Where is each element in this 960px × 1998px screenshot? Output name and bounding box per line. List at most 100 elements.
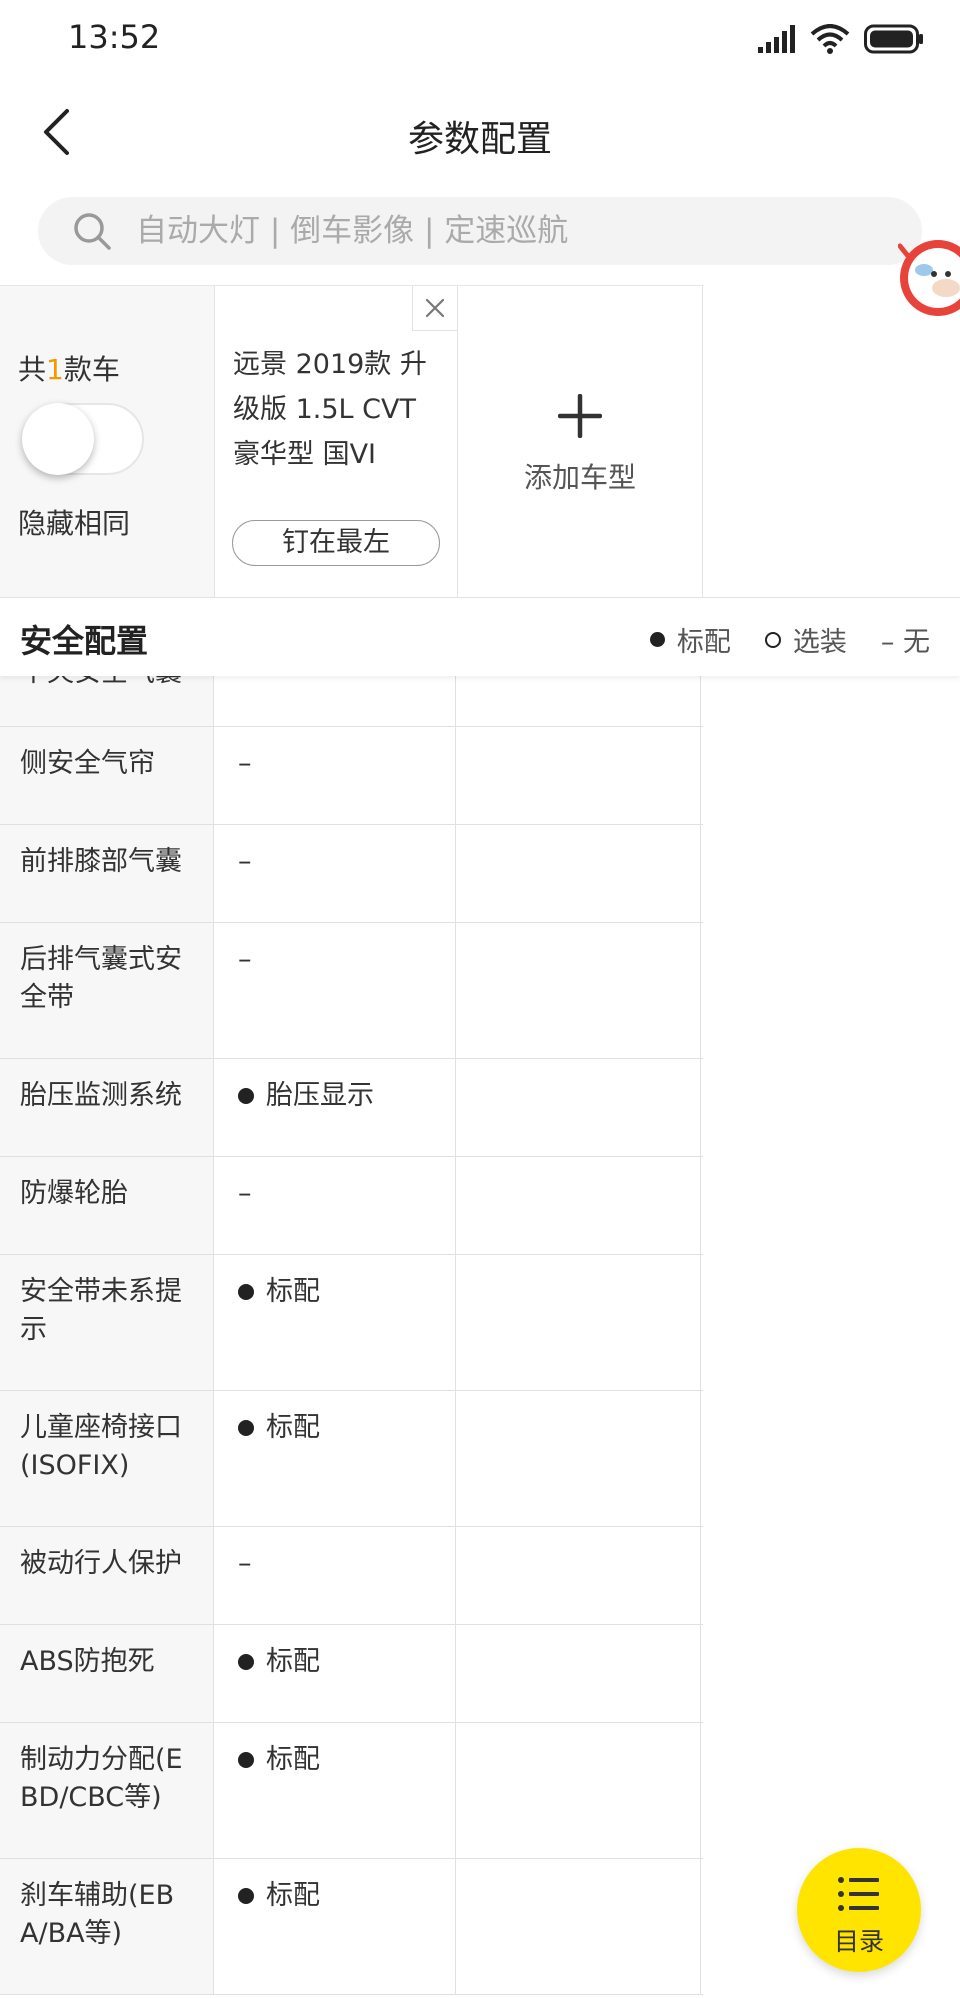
row-label: 刹车辅助(EBA/BA等) [0,1859,214,1994]
legend-none-label: – 无 [880,627,930,658]
row-label: 安全带未系提示 [0,1255,214,1390]
row-label: 制动力分配(EBD/CBC等) [0,1723,214,1858]
status-bar: 13:52 [0,0,960,80]
compare-controls: 共1款车 隐藏相同 [0,286,215,598]
table-row: 安全带未系提示 标配 [0,1255,703,1391]
search-bar[interactable] [38,197,922,265]
add-car-label: 添加车型 [523,461,636,494]
list-icon [838,1877,879,1911]
nav-bar: 参数配置 [0,80,960,190]
car-name: 远景 2019款 升级版 1.5L CVT 豪华型 国VI [233,349,427,470]
row-value-text: – [238,748,252,779]
table-row: 侧安全气帘 – [0,727,703,825]
legend-standard: 标配 [649,620,731,659]
standard-dot-icon [238,1284,254,1300]
hollow-dot-icon [764,631,781,648]
row-value-text: – [238,846,252,877]
standard-dot-icon [238,1088,254,1104]
row-label: 前排膝部气囊 [0,825,214,922]
row-value-text: 标配 [266,1276,320,1307]
empty-cell [456,923,701,1058]
empty-cell [456,1391,701,1526]
row-value: – [214,923,456,1058]
toc-label: 目录 [833,1927,884,1956]
row-value-text: 胎压显示 [266,1080,374,1111]
mascot-icon[interactable] [898,228,960,338]
empty-cell [456,1625,701,1722]
empty-cell [456,727,701,824]
page-title: 参数配置 [407,119,552,160]
table-row: ABS防抱死 标配 [0,1625,703,1723]
table-row: 胎压监测系统 胎压显示 [0,1059,703,1157]
table-row: 制动力分配(EBD/CBC等) 标配 [0,1723,703,1859]
plus-icon [558,394,602,438]
row-value-text: 标配 [266,1646,320,1677]
row-value-text: – [238,1178,252,1209]
table-row: 刹车辅助(EBA/BA等) 标配 [0,1859,703,1995]
row-value: 胎压显示 [214,1059,456,1156]
row-value: 标配 [214,1625,456,1722]
compare-header: 共1款车 隐藏相同 远景 2019款 升级版 1.5L CVT 豪华型 国VI … [0,285,704,598]
legend-optional: 选装 [764,620,847,659]
row-value: – [214,825,456,922]
row-label: 侧安全气帘 [0,727,214,824]
add-car-button[interactable]: 添加车型 [458,286,703,598]
table-row: 后排气囊式安全带 – [0,923,703,1059]
car-count-suffix: 款车 [63,353,120,386]
empty-cell [456,1157,701,1254]
hide-same-label: 隐藏相同 [18,507,131,540]
status-time: 13:52 [68,18,161,56]
toggle-knob [22,403,94,475]
legend: 标配 选装 – 无 [616,620,930,659]
car-column-header: 远景 2019款 升级版 1.5L CVT 豪华型 国VI 钉在最左 [215,286,458,598]
row-value: 标配 [214,1859,456,1994]
remove-car-button[interactable] [412,286,457,331]
row-value: 标配 [214,1255,456,1390]
hide-same-toggle[interactable] [22,403,144,475]
close-icon [425,298,445,318]
empty-cell [456,1059,701,1156]
row-label: 防爆轮胎 [0,1157,214,1254]
empty-cell [456,1723,701,1858]
search-icon [74,213,111,250]
row-label: 后排气囊式安全带 [0,923,214,1058]
filled-dot-icon [649,632,665,647]
standard-dot-icon [238,1654,254,1670]
row-label: 儿童座椅接口(ISOFIX) [0,1391,214,1526]
car-count-number: 1 [46,353,64,386]
status-icons [758,22,924,56]
row-label: ABS防抱死 [0,1625,214,1722]
section-title: 安全配置 [20,622,149,660]
legend-none: – 无 [881,620,930,659]
legend-optional-label: 选装 [792,627,847,658]
row-value: – [214,727,456,824]
car-count: 共1款车 [18,348,120,388]
pin-left-button[interactable]: 钉在最左 [232,520,440,566]
table-row: 儿童座椅接口(ISOFIX) 标配 [0,1391,703,1527]
row-value: 标配 [214,1723,456,1858]
empty-cell [456,1255,701,1390]
table-row: 防爆轮胎 – [0,1157,703,1255]
row-value-text: – [238,1548,252,1579]
row-value-text: 标配 [266,1412,320,1443]
battery-icon [864,24,923,54]
search-input[interactable] [134,212,898,250]
table-row: 前排膝部气囊 – [0,825,703,923]
legend-standard-label: 标配 [676,627,731,658]
row-value: – [214,1527,456,1624]
row-value: – [214,1157,456,1254]
table-row: 被动行人保护 – [0,1527,703,1625]
car-count-prefix: 共 [18,353,47,386]
row-label: 胎压监测系统 [0,1059,214,1156]
standard-dot-icon [238,1420,254,1436]
standard-dot-icon [238,1888,254,1904]
row-value-text: 标配 [266,1744,320,1775]
section-header: 安全配置 标配 选装 – 无 [0,597,960,676]
row-value-text: – [238,944,252,975]
row-value-text: 标配 [266,1880,320,1911]
empty-cell [456,825,701,922]
wifi-icon [810,24,850,54]
standard-dot-icon [238,1752,254,1768]
empty-cell [456,1527,701,1624]
toc-button[interactable]: 目录 [797,1848,921,1972]
